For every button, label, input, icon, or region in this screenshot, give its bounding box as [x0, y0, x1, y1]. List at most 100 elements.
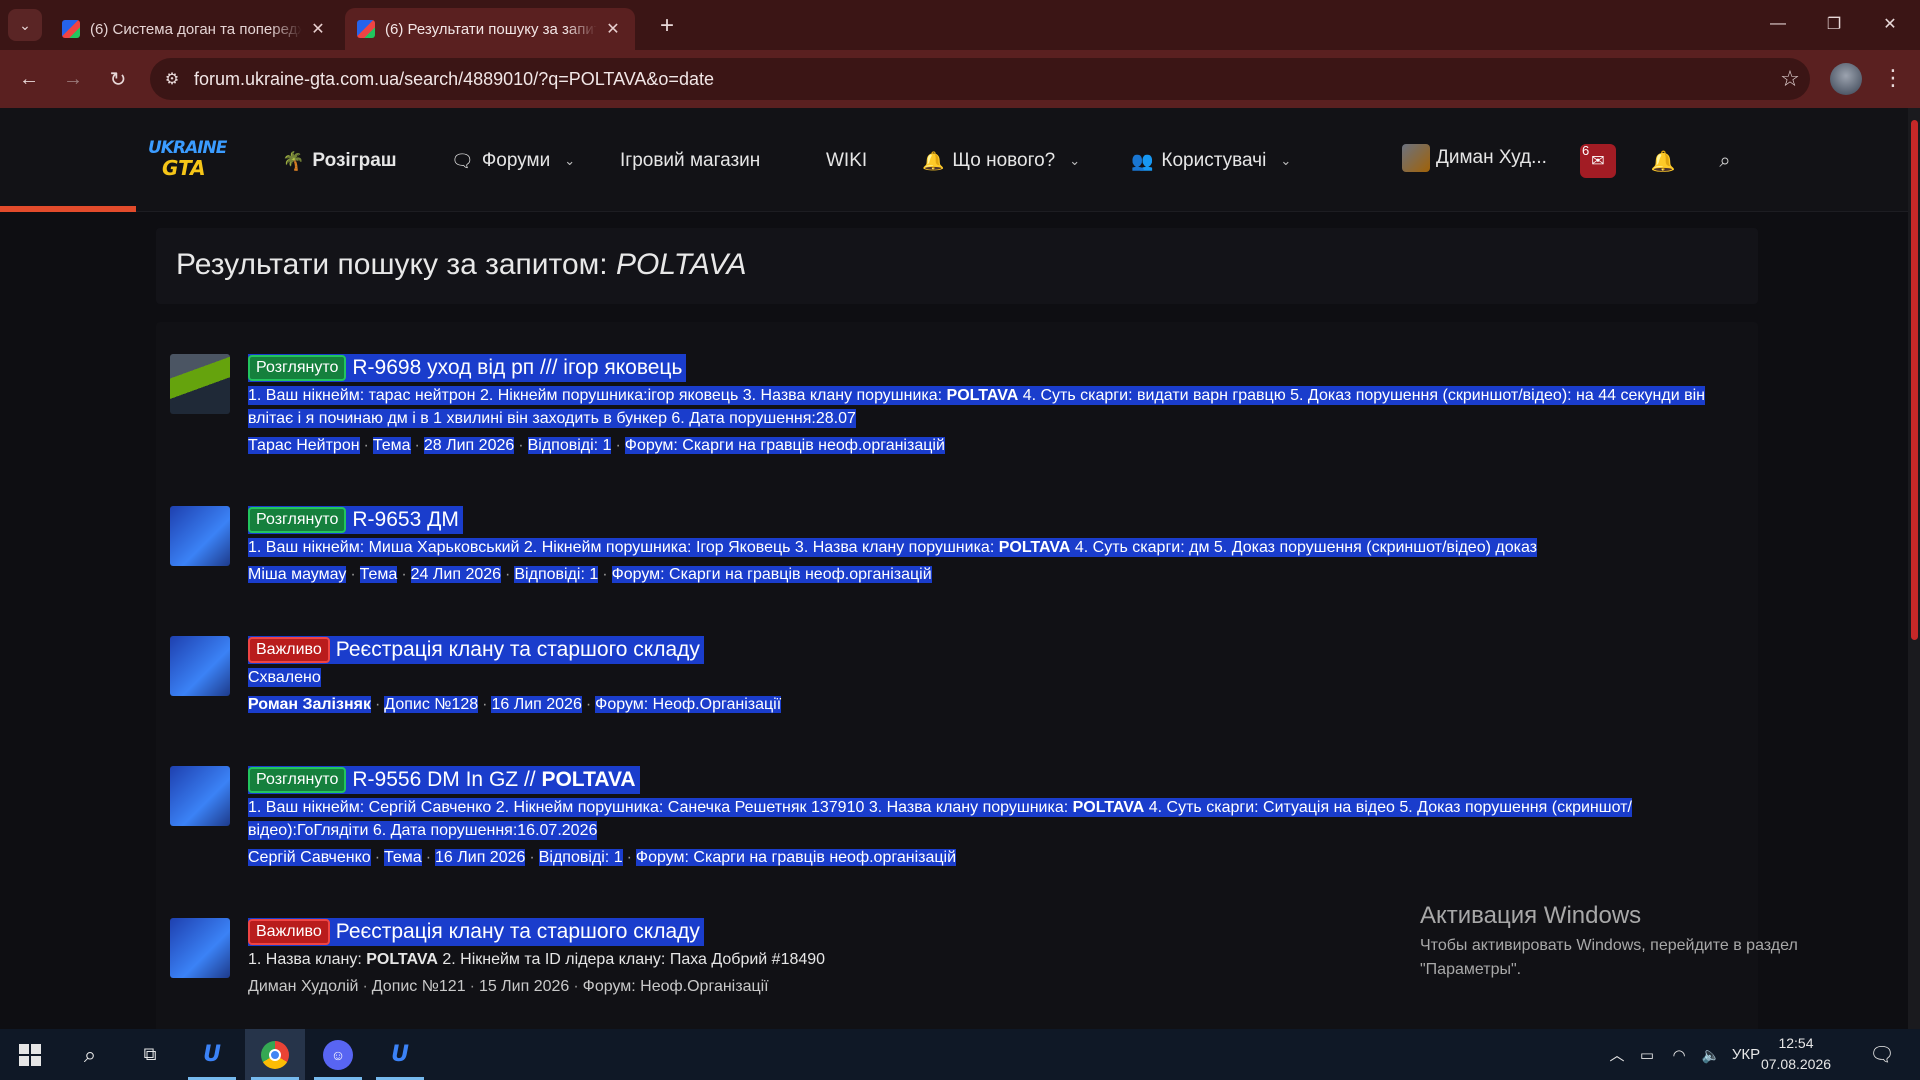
chevron-down-icon[interactable]: ⌄: [1069, 153, 1080, 169]
users-icon: 👥: [1131, 150, 1154, 171]
result-title-link[interactable]: Розглянуто R-9556 DM In GZ // POLTAVA: [248, 766, 640, 794]
post-number-link[interactable]: Допис №128: [384, 696, 479, 713]
status-badge: Розглянуто: [248, 767, 347, 793]
avatar[interactable]: [170, 918, 230, 978]
inbox-button[interactable]: 6 ✉: [1580, 143, 1616, 178]
nav-whats-new[interactable]: 🔔 Що нового? ⌄: [922, 146, 1080, 176]
bell-icon: 🔔: [922, 150, 945, 171]
avatar[interactable]: [170, 506, 230, 566]
forum-link[interactable]: Форум: Неоф.Організації: [595, 696, 782, 713]
browser-tab-1[interactable]: (6) Система доган та попереджень ✕: [50, 8, 340, 50]
windows-activation-watermark: Активация Windows Чтобы активировать Win…: [1420, 902, 1798, 978]
post-date: 28 Лип 2026: [423, 437, 515, 454]
taskbar-app-launcher-icon[interactable]: U: [182, 1029, 242, 1080]
result-title-link[interactable]: Важливо Реєстрація клану та старшого скла…: [248, 636, 704, 664]
reply-count: Відповіді: 1: [527, 437, 612, 454]
web-page: UKRAINE GTA 🌴 Розіграш 🗨 Форуми ⌄ Ігрови…: [0, 108, 1920, 1029]
result-title-link[interactable]: Розглянуто R-9653 ДМ: [248, 506, 463, 534]
bookmark-star-icon[interactable]: ☆: [1770, 66, 1810, 92]
nav-giveaway-label: Розіграш: [312, 150, 397, 171]
envelope-icon: ✉: [1591, 153, 1605, 170]
nav-forums[interactable]: 🗨 Форуми ⌄: [451, 146, 575, 176]
tab-search-chevron-icon[interactable]: ⌄: [8, 9, 42, 41]
post-date: 16 Лип 2026: [435, 849, 526, 866]
browser-tabbar: ⌄ (6) Система доган та попереджень ✕ (6)…: [0, 0, 1920, 50]
user-menu[interactable]: Диман Худ...: [1402, 144, 1547, 172]
browser-toolbar: ← → ↻ ⚙ forum.ukraine-gta.com.ua/search/…: [0, 50, 1920, 108]
post-date: 16 Лип 2026: [491, 696, 582, 713]
battery-icon[interactable]: ▭: [1632, 1029, 1662, 1080]
page-title-block: Результати пошуку за запитом: POLTAVA: [156, 228, 1758, 304]
result-meta: Міша маумау · Тема · 24 Лип 2026 · Відповіді: …: [248, 566, 932, 583]
nav-shop-label: Ігровий магазин: [620, 150, 761, 171]
minimize-icon[interactable]: —: [1750, 0, 1806, 48]
nav-users[interactable]: 👥 Користувачі ⌄: [1131, 146, 1291, 176]
chevron-down-icon[interactable]: ⌄: [1280, 153, 1291, 169]
content-type: Тема: [372, 437, 411, 454]
site-logo[interactable]: UKRAINE GTA: [148, 138, 227, 182]
tab-title: (6) Результати пошуку за запитом: [385, 20, 597, 38]
avatar[interactable]: [170, 636, 230, 696]
author-link[interactable]: Сергій Савченко: [248, 849, 371, 866]
page-scrollbar-thumb[interactable]: [1911, 120, 1918, 640]
result-meta: Роман Залізняк · Допис №128 · 16 Лип 2026 · Фо…: [248, 696, 782, 713]
forum-link[interactable]: Форум: Неоф.Організації: [583, 978, 769, 995]
tab-close-icon[interactable]: ✕: [603, 19, 623, 39]
nav-shop[interactable]: Ігровий магазин: [620, 146, 760, 176]
reply-count: Відповіді: 1: [514, 566, 599, 583]
result-title-link[interactable]: Важливо Реєстрація клану та старшого скла…: [248, 918, 704, 946]
result-meta: Тарас Нейтрон · Тема · 28 Лип 2026 · Відповіді…: [248, 437, 945, 454]
back-arrow-icon[interactable]: ←: [14, 64, 44, 94]
task-view-icon[interactable]: ⧉: [120, 1029, 180, 1080]
profile-avatar-icon[interactable]: [1830, 63, 1862, 95]
taskbar-clock[interactable]: 12:54 07.08.2026: [1760, 1033, 1832, 1075]
browser-menu-icon[interactable]: ⋮: [1878, 64, 1908, 94]
chevron-down-icon[interactable]: ⌄: [564, 153, 575, 169]
nav-giveaway[interactable]: 🌴 Розіграш: [282, 146, 397, 176]
site-header: UKRAINE GTA 🌴 Розіграш 🗨 Форуми ⌄ Ігрови…: [0, 108, 1920, 212]
author-link[interactable]: Тарас Нейтрон: [248, 437, 360, 454]
search-query: POLTAVA: [615, 248, 747, 281]
result-snippet: Схвалено: [248, 668, 321, 687]
result-snippet: 1. Ваш нікнейм: Сергій Савченко 2. Нікне…: [248, 798, 1632, 840]
taskbar-search-icon[interactable]: ⌕: [60, 1029, 120, 1080]
restore-icon[interactable]: ❐: [1806, 0, 1862, 48]
address-bar[interactable]: ⚙ forum.ukraine-gta.com.ua/search/488901…: [150, 58, 1810, 100]
taskbar-discord-icon[interactable]: ☺: [308, 1029, 368, 1080]
result-title-link[interactable]: Розглянуто R-9698 уход від рп /// ігор як…: [248, 354, 687, 382]
forum-link[interactable]: Форум: Скарги на гравців неоф.організаці…: [611, 566, 932, 583]
author-link[interactable]: Диман Худолій: [248, 978, 358, 995]
url-text[interactable]: forum.ukraine-gta.com.ua/search/4889010/…: [194, 69, 1770, 90]
result-meta: Сергій Савченко · Тема · 16 Лип 2026 · Відпові…: [248, 849, 957, 866]
author-link[interactable]: Роман Залізняк: [248, 696, 371, 713]
forum-link[interactable]: Форум: Скарги на гравців неоф.організаці…: [624, 437, 945, 454]
search-icon[interactable]: ⌕: [1710, 146, 1740, 176]
input-language[interactable]: УКР: [1728, 1029, 1764, 1080]
forum-link[interactable]: Форум: Скарги на гравців неоф.організаці…: [635, 849, 957, 866]
reload-icon[interactable]: ↻: [103, 64, 133, 94]
taskbar-app-launcher-icon[interactable]: U: [370, 1029, 430, 1080]
alerts-bell-icon[interactable]: 🔔: [1648, 146, 1678, 176]
nav-whats-new-label: Що нового?: [952, 150, 1056, 171]
nav-wiki[interactable]: WIKI: [826, 146, 867, 176]
site-info-icon[interactable]: ⚙: [150, 69, 194, 89]
close-window-icon[interactable]: ✕: [1862, 0, 1918, 48]
wifi-icon[interactable]: ◠: [1664, 1029, 1694, 1080]
tab-close-icon[interactable]: ✕: [308, 19, 328, 39]
volume-icon[interactable]: 🔈: [1696, 1029, 1726, 1080]
notifications-icon[interactable]: 🗨: [1862, 1029, 1902, 1080]
forward-arrow-icon[interactable]: →: [58, 64, 88, 94]
start-windows-icon[interactable]: [0, 1029, 60, 1080]
content-type: Тема: [384, 849, 422, 866]
author-link[interactable]: Міша маумау: [248, 566, 347, 583]
avatar[interactable]: [170, 766, 230, 826]
avatar[interactable]: [170, 354, 230, 414]
browser-tab-2[interactable]: (6) Результати пошуку за запитом ✕: [345, 8, 635, 50]
avatar: [1402, 144, 1430, 172]
taskbar-chrome-icon[interactable]: [245, 1029, 305, 1080]
tray-chevron-up-icon[interactable]: ︿: [1604, 1029, 1630, 1080]
user-name: Диман Худ...: [1436, 147, 1547, 168]
palm-tree-icon: 🌴: [282, 150, 305, 171]
post-number-link[interactable]: Допис №121: [372, 978, 466, 995]
new-tab-plus-icon[interactable]: +: [652, 12, 682, 42]
